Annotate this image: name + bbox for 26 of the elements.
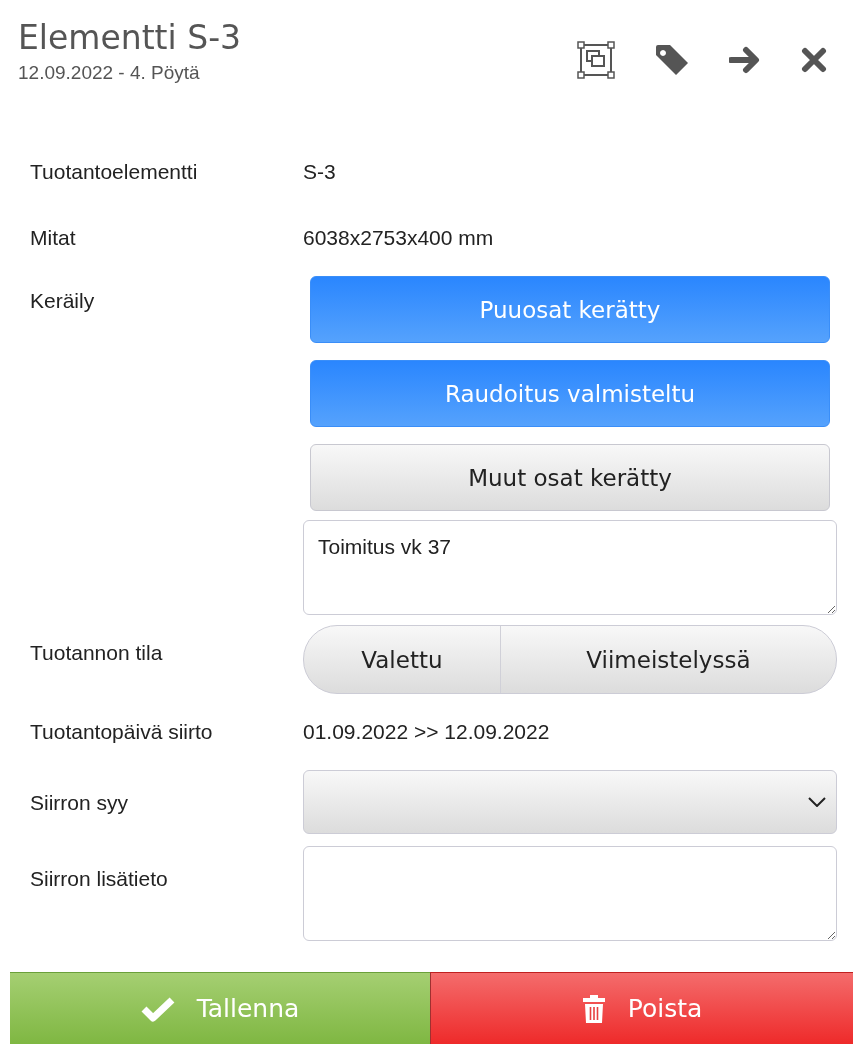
field-label: Tuotantopäivä siirto [30, 719, 214, 745]
close-icon[interactable] [801, 47, 827, 73]
note-field[interactable]: Toimitus vk 37 [303, 520, 837, 615]
toggle-button[interactable]: Muut osat kerätty [310, 444, 830, 511]
field-label: Mitat [30, 225, 77, 251]
text-area-field[interactable] [303, 846, 837, 941]
page-subtitle: 12.09.2022 - 4. Pöytä [18, 62, 201, 84]
field-value: S-3 [303, 159, 337, 185]
field-value: 6038x2753x400 mm [303, 225, 495, 251]
bring-to-front-icon[interactable] [577, 41, 615, 79]
page-title: Elementti S-3 [18, 17, 242, 59]
field-value: 01.09.2022 >> 12.09.2022 [303, 719, 551, 745]
action-button[interactable]: Poista [430, 972, 853, 1044]
segment-button[interactable]: Viimeistelyssä [500, 626, 836, 693]
field-label: Siirron syy [30, 790, 130, 816]
field-label: Siirron lisätieto [30, 866, 169, 892]
trash-icon [581, 993, 606, 1024]
field-label: Tuotantoelementti [30, 159, 199, 185]
field-label: Keräily [30, 288, 96, 314]
segment-button[interactable]: Valettu [304, 626, 501, 693]
chevron-down-icon [808, 797, 826, 807]
arrow-right-icon[interactable] [729, 45, 761, 75]
field-label: Tuotannon tila [30, 640, 164, 666]
dropdown-field[interactable] [303, 770, 837, 834]
checkmark-icon [140, 995, 175, 1022]
tag-icon[interactable] [655, 44, 689, 76]
